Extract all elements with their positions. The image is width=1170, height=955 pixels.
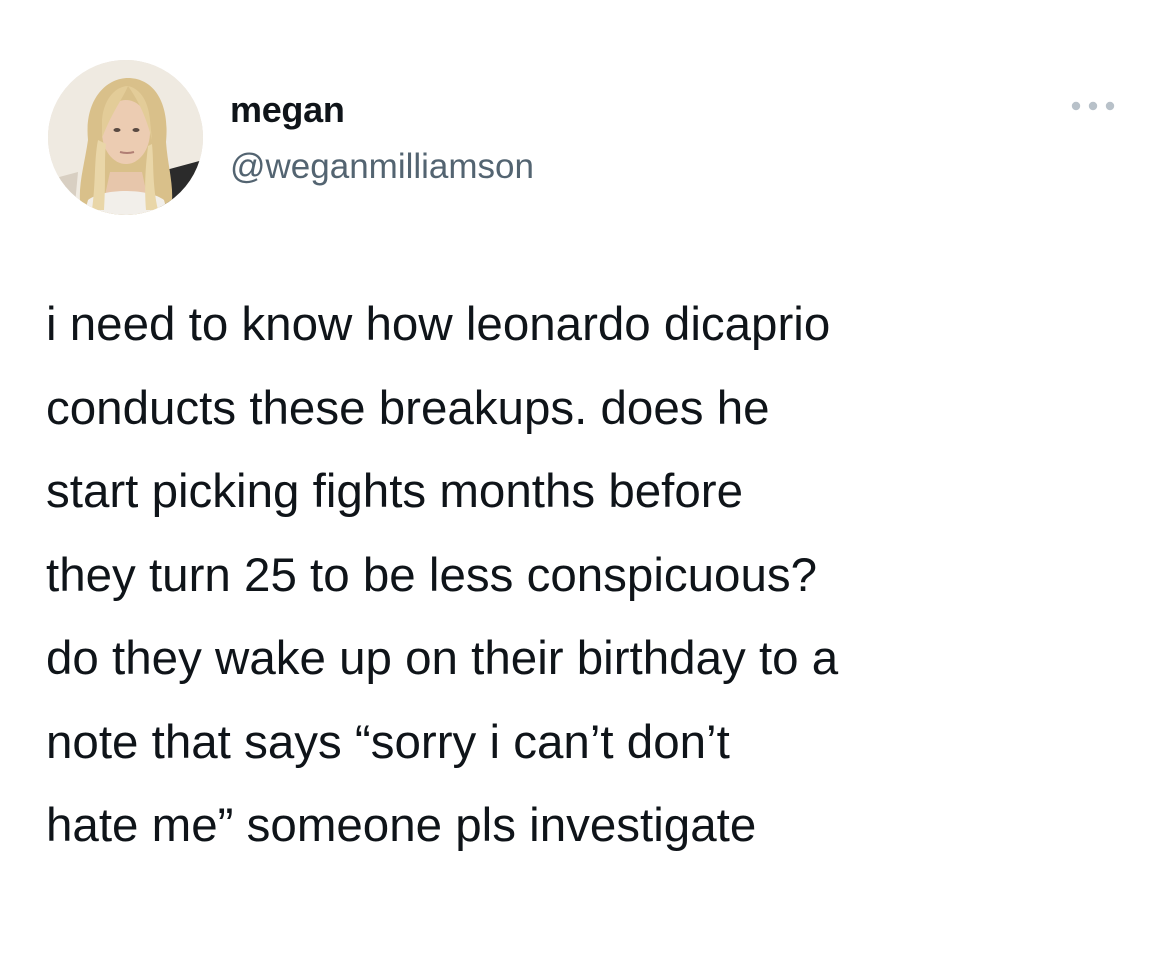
tweet-text-line: do they wake up on their birthday to a	[46, 632, 839, 685]
more-horizontal-icon[interactable]	[1068, 96, 1118, 116]
tweet-text-line: conducts these breakups. does he	[46, 381, 770, 435]
author-avatar[interactable]	[48, 60, 203, 215]
tweet-card: megan @weganmilliamson i need to know ho…	[0, 0, 1170, 955]
tweet-text: i need to know how leonardo dicaprio con…	[46, 283, 1136, 868]
tweet-text-line: i need to know how leonardo dicaprio	[46, 298, 831, 351]
author-display-name[interactable]: megan	[230, 88, 345, 132]
tweet-text-line: note that says “sorry i can’t don’t	[46, 715, 730, 769]
tweet-text-line: hate me” someone pls investigate	[46, 799, 757, 852]
tweet-text-line: start picking fights months before	[46, 465, 744, 518]
author-handle[interactable]: @weganmilliamson	[230, 145, 534, 189]
profile-photo-icon	[48, 60, 203, 215]
tweet-text-line: they turn 25 to be less conspicuous?	[46, 548, 818, 602]
